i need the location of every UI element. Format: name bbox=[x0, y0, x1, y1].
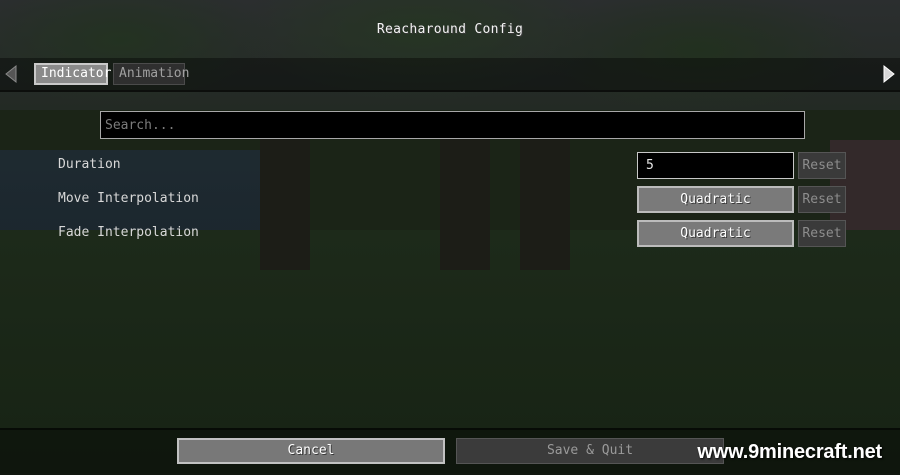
tab-indicator[interactable]: Indicator bbox=[34, 63, 111, 85]
cancel-button[interactable]: Cancel bbox=[177, 438, 445, 464]
tab-bar: Indicator Animation bbox=[0, 58, 900, 92]
save-and-quit-button[interactable]: Save & Quit bbox=[456, 438, 724, 464]
fade-interpolation-button[interactable]: Quadratic bbox=[637, 220, 794, 247]
setting-label-duration: Duration bbox=[58, 157, 121, 172]
triangle-left-icon[interactable] bbox=[4, 64, 18, 84]
reset-duration-button[interactable]: Reset bbox=[798, 152, 846, 179]
triangle-right-icon[interactable] bbox=[882, 64, 896, 84]
search-input[interactable] bbox=[100, 111, 805, 139]
setting-label-fade-interpolation: Fade Interpolation bbox=[58, 225, 199, 240]
tab-animation[interactable]: Animation bbox=[113, 63, 189, 85]
watermark: www.9minecraft.net bbox=[697, 441, 882, 463]
background-tree-trunk bbox=[260, 120, 310, 270]
reset-move-interpolation-button[interactable]: Reset bbox=[798, 186, 846, 213]
move-interpolation-button[interactable]: Quadratic bbox=[637, 186, 794, 213]
setting-label-move-interpolation: Move Interpolation bbox=[58, 191, 199, 206]
background-tree-trunk bbox=[520, 120, 570, 270]
duration-field[interactable] bbox=[637, 152, 794, 179]
page-title: Reacharound Config bbox=[376, 22, 524, 37]
background-tree-trunk bbox=[440, 120, 490, 270]
reset-fade-interpolation-button[interactable]: Reset bbox=[798, 220, 846, 247]
